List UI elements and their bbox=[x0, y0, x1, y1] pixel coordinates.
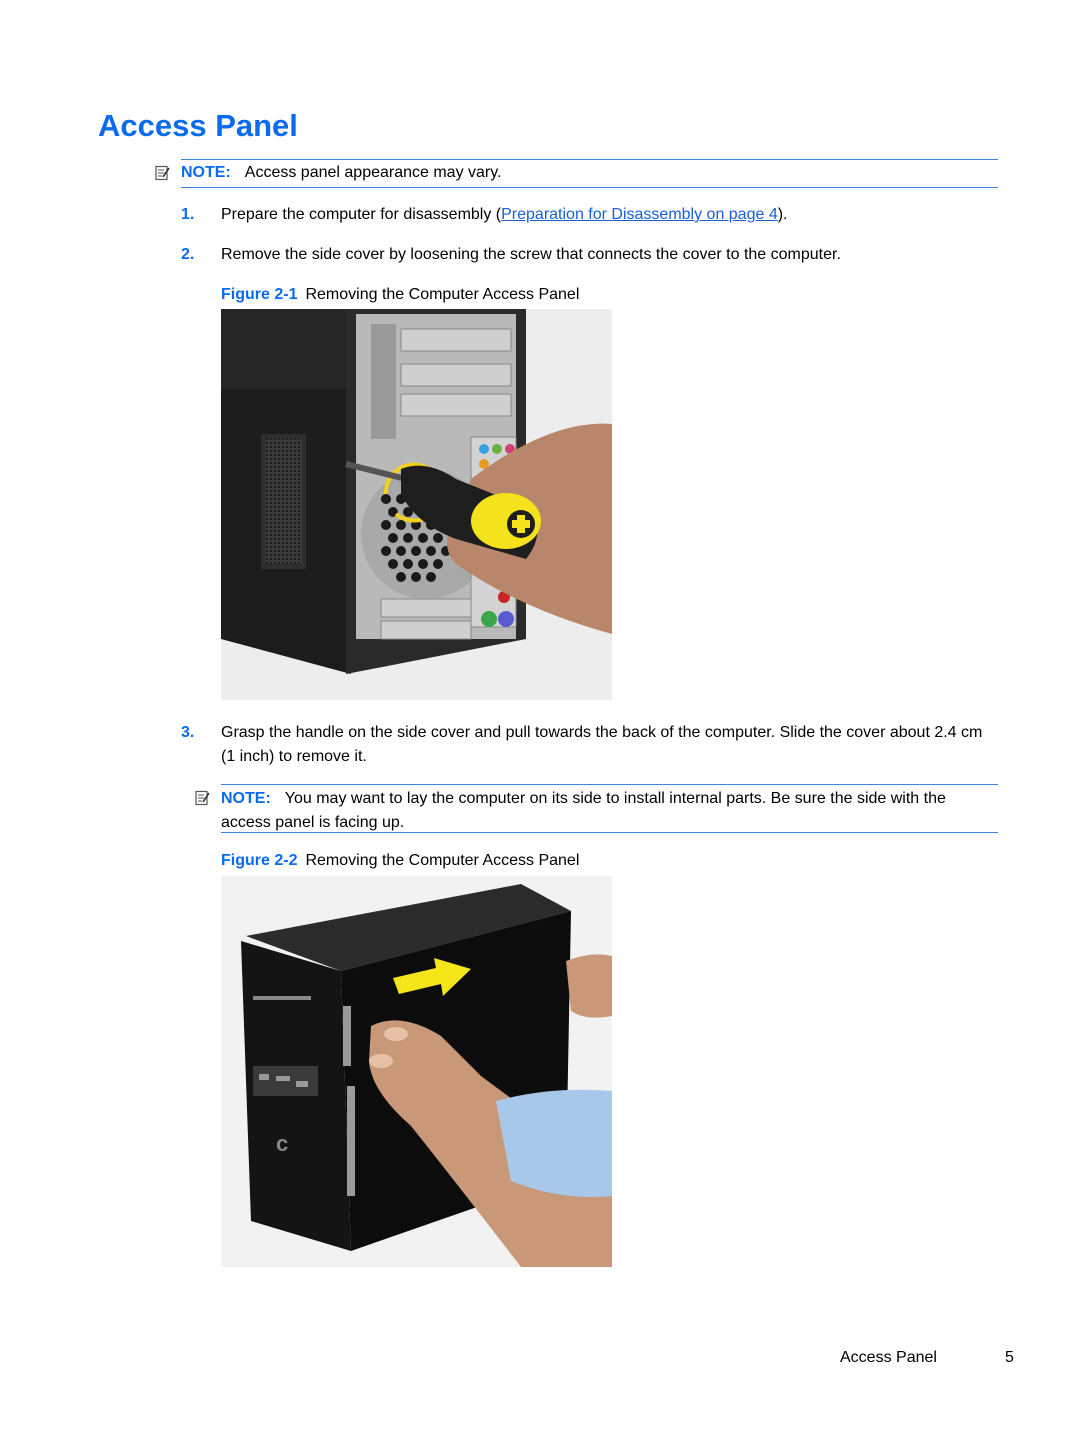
step-text: Grasp the handle on the side cover and p… bbox=[221, 724, 983, 765]
note-text: Access panel appearance may vary. bbox=[244, 164, 502, 181]
footer-section-title: Access Panel bbox=[840, 1349, 937, 1366]
step-text: Prepare the computer for disassembly ( bbox=[221, 206, 502, 223]
step-text: Remove the side cover by loosening the s… bbox=[221, 246, 841, 263]
step-number: 2. bbox=[181, 246, 195, 263]
note-box: NOTE: You may want to lay the computer on… bbox=[195, 784, 998, 833]
note-icon bbox=[155, 165, 170, 181]
step-number: 1. bbox=[181, 206, 195, 223]
note-box: NOTE: Access panel appearance may vary. bbox=[155, 159, 998, 188]
figure-label: Figure 2-1 bbox=[221, 286, 298, 303]
note-label: NOTE: bbox=[221, 790, 271, 807]
note-text: You may want to lay the computer on its … bbox=[221, 790, 946, 831]
page-title: Access Panel bbox=[98, 108, 298, 143]
preparation-link[interactable]: Preparation for Disassembly on page 4 bbox=[501, 206, 778, 223]
figure-caption: Figure 2-2 Removing the Computer Access P… bbox=[221, 849, 579, 873]
screwdriver-photo bbox=[221, 309, 612, 700]
figure-caption-text: Removing the Computer Access Panel bbox=[305, 852, 580, 869]
figure-2-1-image bbox=[221, 309, 612, 700]
figure-label: Figure 2-2 bbox=[221, 852, 298, 869]
figure-caption-text: Removing the Computer Access Panel bbox=[305, 286, 580, 303]
figure-2-2-image: c bbox=[221, 876, 612, 1267]
page-number: 5 bbox=[1005, 1349, 1014, 1366]
figure-caption: Figure 2-1 Removing the Computer Access P… bbox=[221, 283, 579, 307]
note-label: NOTE: bbox=[181, 164, 231, 181]
svg-text:c: c bbox=[276, 1131, 288, 1156]
step-number: 3. bbox=[181, 724, 195, 741]
side-cover-photo: c bbox=[221, 876, 612, 1267]
note-icon bbox=[195, 790, 210, 806]
